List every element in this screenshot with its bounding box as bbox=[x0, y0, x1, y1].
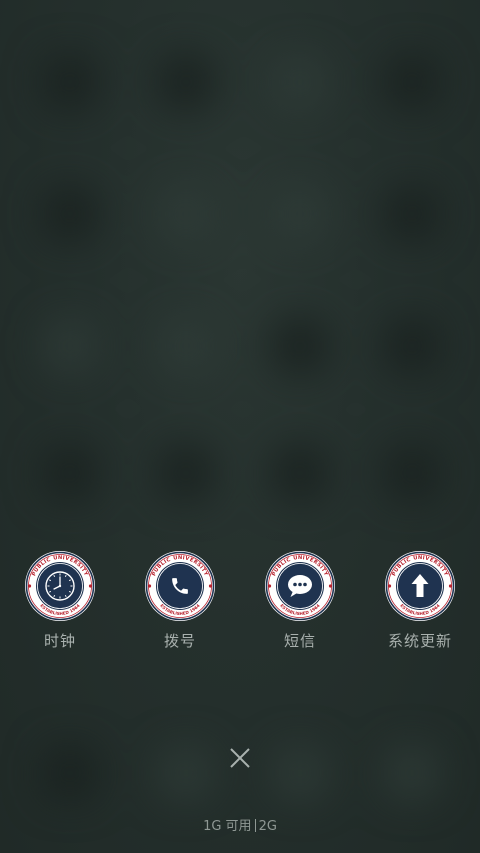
memory-divider bbox=[254, 819, 256, 832]
memory-status: 1G 可用 2G bbox=[0, 815, 480, 834]
blurred-dock-tile bbox=[158, 745, 214, 801]
shortcut-clock[interactable]: PUBLIC UNIVERSITY ESTABLISHED 1964 时钟 bbox=[0, 550, 120, 651]
shortcut-dialer[interactable]: PUBLIC UNIVERSITY ESTABLISHED 1964 拨号 bbox=[120, 550, 240, 651]
shortcut-label: 系统更新 bbox=[387, 632, 452, 650]
blurred-app-tile bbox=[158, 445, 214, 501]
blurred-app-tile bbox=[158, 186, 214, 242]
blurred-app-tile bbox=[272, 318, 328, 374]
blurred-dock-tile bbox=[272, 745, 328, 801]
badge-emblem: PUBLIC UNIVERSITY ESTABLISHED 1964 bbox=[265, 551, 335, 621]
blurred-app-tile bbox=[158, 54, 214, 110]
blurred-background bbox=[0, 0, 480, 853]
badge-emblem: PUBLIC UNIVERSITY ESTABLISHED 1964 bbox=[25, 551, 95, 621]
blurred-app-tile bbox=[42, 54, 98, 110]
blurred-app-tile bbox=[384, 54, 440, 110]
blurred-app-tile bbox=[42, 445, 98, 501]
blurred-app-tile bbox=[384, 445, 440, 501]
blurred-app-tile bbox=[384, 318, 440, 374]
blurred-app-tile bbox=[272, 445, 328, 501]
badge-emblem: PUBLIC UNIVERSITY ESTABLISHED 1964 bbox=[385, 551, 455, 621]
blurred-dock-tile bbox=[384, 745, 440, 801]
blurred-app-tile bbox=[42, 186, 98, 242]
shortcut-label: 拨号 bbox=[163, 632, 196, 650]
shortcut-label: 短信 bbox=[283, 632, 316, 650]
blurred-app-tile bbox=[158, 318, 214, 374]
blurred-dock-tile bbox=[42, 745, 98, 801]
blurred-app-tile bbox=[42, 318, 98, 374]
blurred-app-tile bbox=[384, 186, 440, 242]
shortcut-label: 时钟 bbox=[43, 632, 76, 650]
blurred-app-grid bbox=[0, 0, 480, 853]
memory-total: 2G bbox=[258, 819, 277, 834]
close-button[interactable] bbox=[224, 742, 256, 774]
blurred-app-tile bbox=[272, 186, 328, 242]
shortcut-messages[interactable]: PUBLIC UNIVERSITY ESTABLISHED 1964 短信 bbox=[240, 550, 360, 651]
badge-emblem: PUBLIC UNIVERSITY ESTABLISHED 1964 bbox=[145, 551, 215, 621]
memory-available: 1G 可用 bbox=[203, 819, 252, 834]
blurred-app-tile bbox=[272, 54, 328, 110]
shortcut-system-update[interactable]: PUBLIC UNIVERSITY ESTABLISHED 1964 系统更新 bbox=[360, 550, 480, 651]
close-icon bbox=[230, 748, 250, 768]
